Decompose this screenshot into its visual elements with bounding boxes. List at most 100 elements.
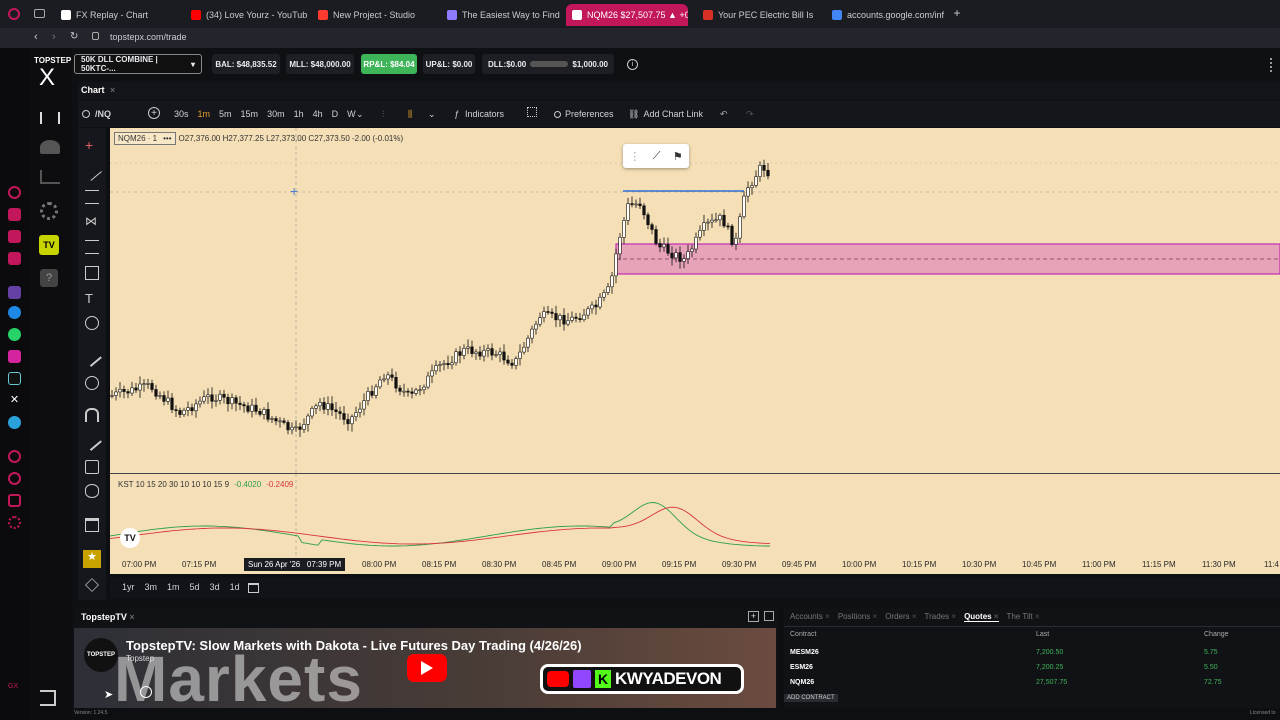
gmail-icon[interactable] [8, 252, 21, 265]
telegram-icon[interactable] [8, 416, 21, 429]
browser-tab[interactable]: Your PEC Electric Bill Is R [697, 4, 815, 26]
quote-row[interactable]: MESM26 7,200.50 5.75 [790, 645, 1274, 659]
add-chart-link-button[interactable]: ⛓ Add Chart Link [628, 107, 703, 121]
whatsapp-icon[interactable] [8, 328, 21, 341]
eye-icon[interactable] [85, 484, 99, 498]
panel-tab-close-icon[interactable]: × [823, 612, 830, 621]
redo-icon[interactable]: ↷ [746, 107, 754, 121]
panel-tab[interactable]: Positions × [838, 612, 877, 622]
interval-dropdown-icon[interactable]: ⌄ [356, 107, 364, 121]
undo-icon[interactable]: ↶ [720, 107, 728, 121]
panel-tab[interactable]: Orders × [885, 612, 916, 622]
drag-handle-icon[interactable]: ⋮ [629, 150, 640, 163]
instagram-icon[interactable] [8, 350, 21, 363]
add-panel-icon[interactable]: + [748, 611, 759, 622]
chart-type-dropdown-icon[interactable]: ⌄ [428, 107, 436, 121]
range-3m[interactable]: 3m [145, 582, 158, 592]
clock-icon[interactable] [8, 472, 21, 485]
flag-icon[interactable]: ⚑ [673, 150, 683, 163]
panel-tab-close-icon[interactable]: × [1033, 612, 1040, 621]
chart-tab-close-icon[interactable]: × [110, 85, 115, 95]
range-1m[interactable]: 1m [167, 582, 180, 592]
new-tab-button[interactable]: + [951, 7, 963, 19]
browser-tab[interactable]: New Project - Studio [312, 4, 420, 26]
video-title[interactable]: TopstepTV: Slow Markets with Dakota - Li… [126, 638, 582, 653]
reload-icon[interactable]: ↻ [70, 31, 78, 42]
browser-tab[interactable]: FX Replay - Chart [55, 4, 165, 26]
indicators-button[interactable]: ƒ Indicators [454, 107, 504, 121]
browser-tab[interactable]: (34) Love Yourz - YouTube [185, 4, 307, 26]
interval-W[interactable]: W [347, 109, 356, 119]
community-icon[interactable] [40, 140, 60, 154]
bar-style-icon[interactable]: ⫶ [382, 107, 384, 121]
history-icon[interactable] [8, 450, 21, 463]
trade-icon[interactable] [40, 112, 60, 124]
panel-tab-close-icon[interactable]: × [910, 612, 917, 621]
tab-switcher-icon[interactable] [34, 9, 45, 18]
share-icon[interactable]: ➤ [104, 688, 118, 701]
messenger-icon[interactable] [8, 186, 21, 199]
pitchfork-icon[interactable]: ⋈ [85, 214, 99, 228]
back-icon[interactable]: ‹ [34, 31, 38, 43]
panel-tab-close-icon[interactable]: × [992, 612, 999, 621]
interval-30s[interactable]: 30s [174, 109, 189, 119]
browser-tab[interactable]: The Easiest Way to Find P [441, 4, 561, 26]
gx-icon[interactable]: GX [8, 680, 21, 693]
interval-30m[interactable]: 30m [267, 109, 285, 119]
range-1yr[interactable]: 1yr [122, 582, 135, 592]
emoji-icon[interactable] [85, 316, 99, 330]
line-tool-icon[interactable]: ⟋ [653, 150, 661, 163]
tiktok-icon[interactable] [8, 372, 21, 385]
bookmarks-icon[interactable] [8, 230, 21, 243]
x-icon[interactable]: ✕ [8, 394, 21, 407]
settings-icon[interactable] [8, 516, 21, 529]
zoom-in-icon[interactable] [85, 376, 99, 390]
twitch-icon[interactable] [8, 286, 21, 299]
browser-tab[interactable]: NQM26 $27,507.75 ▲ +0 [566, 4, 688, 26]
panel-tab-close-icon[interactable]: × [949, 612, 956, 621]
downloads-icon[interactable] [8, 494, 21, 507]
topstep-tv-icon[interactable]: TV [39, 235, 59, 255]
interval-4h[interactable]: 4h [313, 109, 323, 119]
browser-tab[interactable]: accounts.google.com/info [826, 4, 944, 26]
interval-D[interactable]: D [332, 109, 339, 119]
panel-tab[interactable]: The Tilt × [1007, 612, 1040, 622]
quote-row[interactable]: ESM26 7,200.25 5.50 [790, 660, 1274, 674]
add-contract-button[interactable]: ADD CONTRACT [784, 694, 838, 702]
panel-tab[interactable]: Trades × [925, 612, 957, 622]
col-change[interactable]: Change [1204, 631, 1229, 638]
brush-icon[interactable] [82, 431, 102, 451]
col-contract[interactable]: Contract [790, 631, 816, 638]
interval-1m[interactable]: 1m [198, 109, 211, 119]
range-5d[interactable]: 5d [190, 582, 200, 592]
layout-grid-icon[interactable] [527, 107, 537, 117]
trend-line-icon[interactable] [82, 161, 102, 181]
quote-row[interactable]: NQM26 27,507.75 72.75 [790, 675, 1274, 689]
symbol-search[interactable]: /NQ [82, 107, 111, 121]
crosshair-icon[interactable]: + [85, 138, 99, 152]
drawing-float-toolbar[interactable]: ⋮ ⟋ ⚑ [623, 144, 689, 168]
watch-later-icon[interactable] [140, 686, 152, 698]
time-axis[interactable]: 07:00 PM 07:15 PM 08:00 PM 08:15 PM 08:30 PM… [110, 556, 1280, 574]
info-icon[interactable]: i [627, 59, 638, 70]
symbol-input[interactable]: /NQ [95, 109, 111, 119]
gear-icon[interactable] [40, 202, 58, 220]
tv-tab-close-icon[interactable]: × [129, 612, 134, 622]
play-button[interactable] [407, 654, 447, 682]
notes-icon[interactable] [8, 208, 21, 221]
pane-divider[interactable] [110, 473, 1280, 474]
calendar-icon[interactable] [248, 583, 259, 593]
col-last[interactable]: Last [1036, 631, 1049, 638]
legend-more-icon[interactable]: ••• [163, 134, 171, 143]
browser-menu-icon[interactable] [8, 8, 20, 20]
legend-symbol[interactable]: NQM26 · 1 ••• [114, 132, 176, 145]
stats-icon[interactable] [40, 170, 60, 184]
horizontal-lines-icon[interactable] [85, 190, 99, 204]
compare-icon[interactable]: + [148, 107, 160, 119]
panel-tab-close-icon[interactable]: × [870, 612, 878, 621]
fib-icon[interactable] [85, 240, 99, 254]
range-1d[interactable]: 1d [230, 582, 240, 592]
help-icon[interactable]: ? [40, 269, 58, 287]
favorite-star-icon[interactable]: ★ [83, 550, 101, 568]
panel-tab[interactable]: Quotes × [964, 612, 999, 622]
